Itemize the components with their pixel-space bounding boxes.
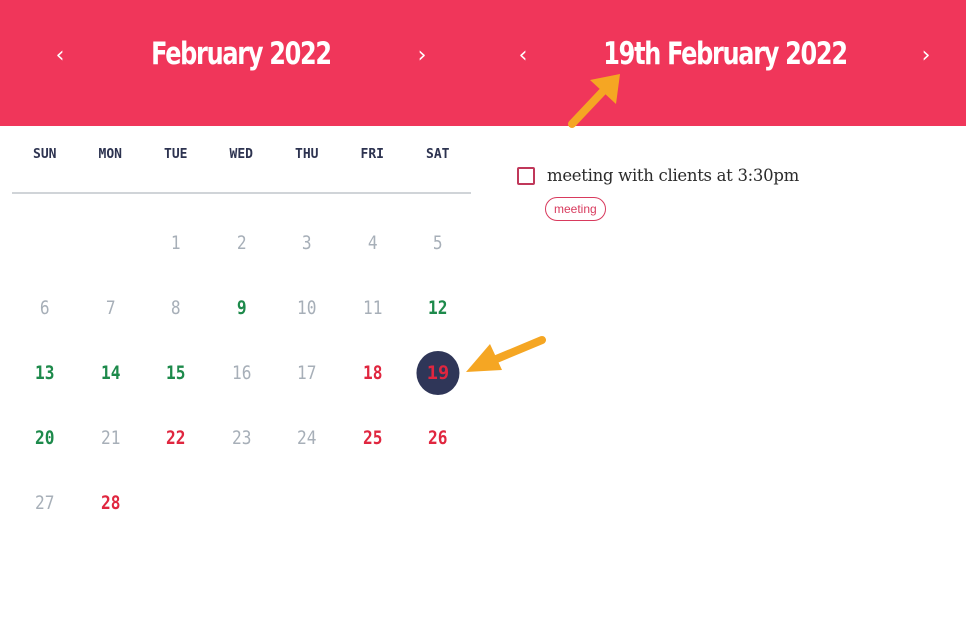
day-cell[interactable]: 7	[82, 275, 138, 340]
day-cell[interactable]: 28	[82, 470, 138, 535]
weekday-label: TUE	[164, 147, 188, 162]
day-number: 9	[236, 296, 247, 319]
day-cell[interactable]: 27	[17, 470, 73, 535]
day-number: 27	[35, 491, 55, 514]
day-cell[interactable]: 6	[17, 275, 73, 340]
day-number: 18	[362, 361, 382, 384]
weekday-header-row: SUN MON TUE WED THU FRI SAT	[12, 140, 471, 170]
day-cell[interactable]: 16	[213, 340, 269, 405]
day-number: 15	[166, 361, 186, 384]
day-number: 14	[100, 361, 120, 384]
day-number: 8	[170, 296, 181, 319]
day-number: 25	[362, 426, 382, 449]
task-text: meeting with clients at 3:30pm	[547, 166, 799, 185]
day-cell[interactable]: 10	[279, 275, 335, 340]
weekday-divider	[12, 192, 471, 194]
day-cell[interactable]: 26	[410, 405, 466, 470]
weekday-label: SAT	[426, 147, 450, 162]
selected-date-title: 19th February 2022	[603, 36, 848, 72]
selected-day-cell[interactable]: 19	[410, 340, 466, 405]
day-number: 23	[231, 426, 251, 449]
next-day-button[interactable]: ›	[911, 38, 941, 72]
day-cell[interactable]: 5	[410, 210, 466, 275]
day-number: 10	[297, 296, 317, 319]
day-number: 19	[416, 350, 460, 395]
day-number: 17	[297, 361, 317, 384]
day-number: 20	[35, 426, 55, 449]
prev-day-button[interactable]: ‹	[508, 38, 538, 72]
day-number: 3	[301, 231, 312, 254]
day-cell[interactable]: 17	[279, 340, 335, 405]
next-month-button[interactable]: ›	[407, 38, 437, 72]
day-cell[interactable]: 21	[82, 405, 138, 470]
weekday-label: SUN	[33, 147, 57, 162]
day-number: 4	[367, 231, 378, 254]
weekday-label: THU	[295, 147, 319, 162]
empty-day-cell	[12, 210, 78, 275]
day-number: 7	[105, 296, 116, 319]
day-number: 11	[362, 296, 382, 319]
annotation-arrow-icon	[466, 336, 546, 372]
month-title: February 2022	[151, 36, 332, 72]
empty-day-cell	[78, 210, 144, 275]
day-number: 13	[35, 361, 55, 384]
day-number: 1	[170, 231, 181, 254]
day-cell[interactable]: 20	[17, 405, 73, 470]
day-cell[interactable]: 9	[213, 275, 269, 340]
weekday-label: MON	[98, 147, 122, 162]
task-tag[interactable]: meeting	[545, 197, 606, 221]
day-number: 21	[100, 426, 120, 449]
day-number: 28	[100, 491, 120, 514]
task-item: meeting with clients at 3:30pm	[517, 166, 799, 185]
day-cell[interactable]: 2	[213, 210, 269, 275]
day-number: 16	[231, 361, 251, 384]
day-cell[interactable]: 15	[148, 340, 204, 405]
day-number: 6	[39, 296, 50, 319]
day-cell[interactable]: 24	[279, 405, 335, 470]
day-number: 2	[236, 231, 247, 254]
day-cell[interactable]: 4	[344, 210, 400, 275]
day-number: 5	[432, 231, 443, 254]
day-cell[interactable]: 25	[344, 405, 400, 470]
day-cell[interactable]: 12	[410, 275, 466, 340]
day-cell[interactable]: 23	[213, 405, 269, 470]
day-cell[interactable]: 3	[279, 210, 335, 275]
day-cell[interactable]: 13	[17, 340, 73, 405]
task-checkbox[interactable]	[517, 166, 535, 185]
prev-month-button[interactable]: ‹	[45, 38, 75, 72]
day-cell[interactable]: 18	[344, 340, 400, 405]
weekday-label: FRI	[360, 147, 384, 162]
calendar-days-grid: 1 2 3 4 5 6 7 8 9 10 11 12 13 14 15 16 17 18 19 20 21 22 23 24 2…	[12, 210, 471, 535]
day-cell[interactable]: 1	[148, 210, 204, 275]
day-number: 12	[428, 296, 448, 319]
weekday-label: WED	[229, 147, 253, 162]
day-cell[interactable]: 14	[82, 340, 138, 405]
day-number: 22	[166, 426, 186, 449]
day-cell[interactable]: 22	[148, 405, 204, 470]
day-cell[interactable]: 11	[344, 275, 400, 340]
day-number: 24	[297, 426, 317, 449]
day-cell[interactable]: 8	[148, 275, 204, 340]
day-number: 26	[428, 426, 448, 449]
